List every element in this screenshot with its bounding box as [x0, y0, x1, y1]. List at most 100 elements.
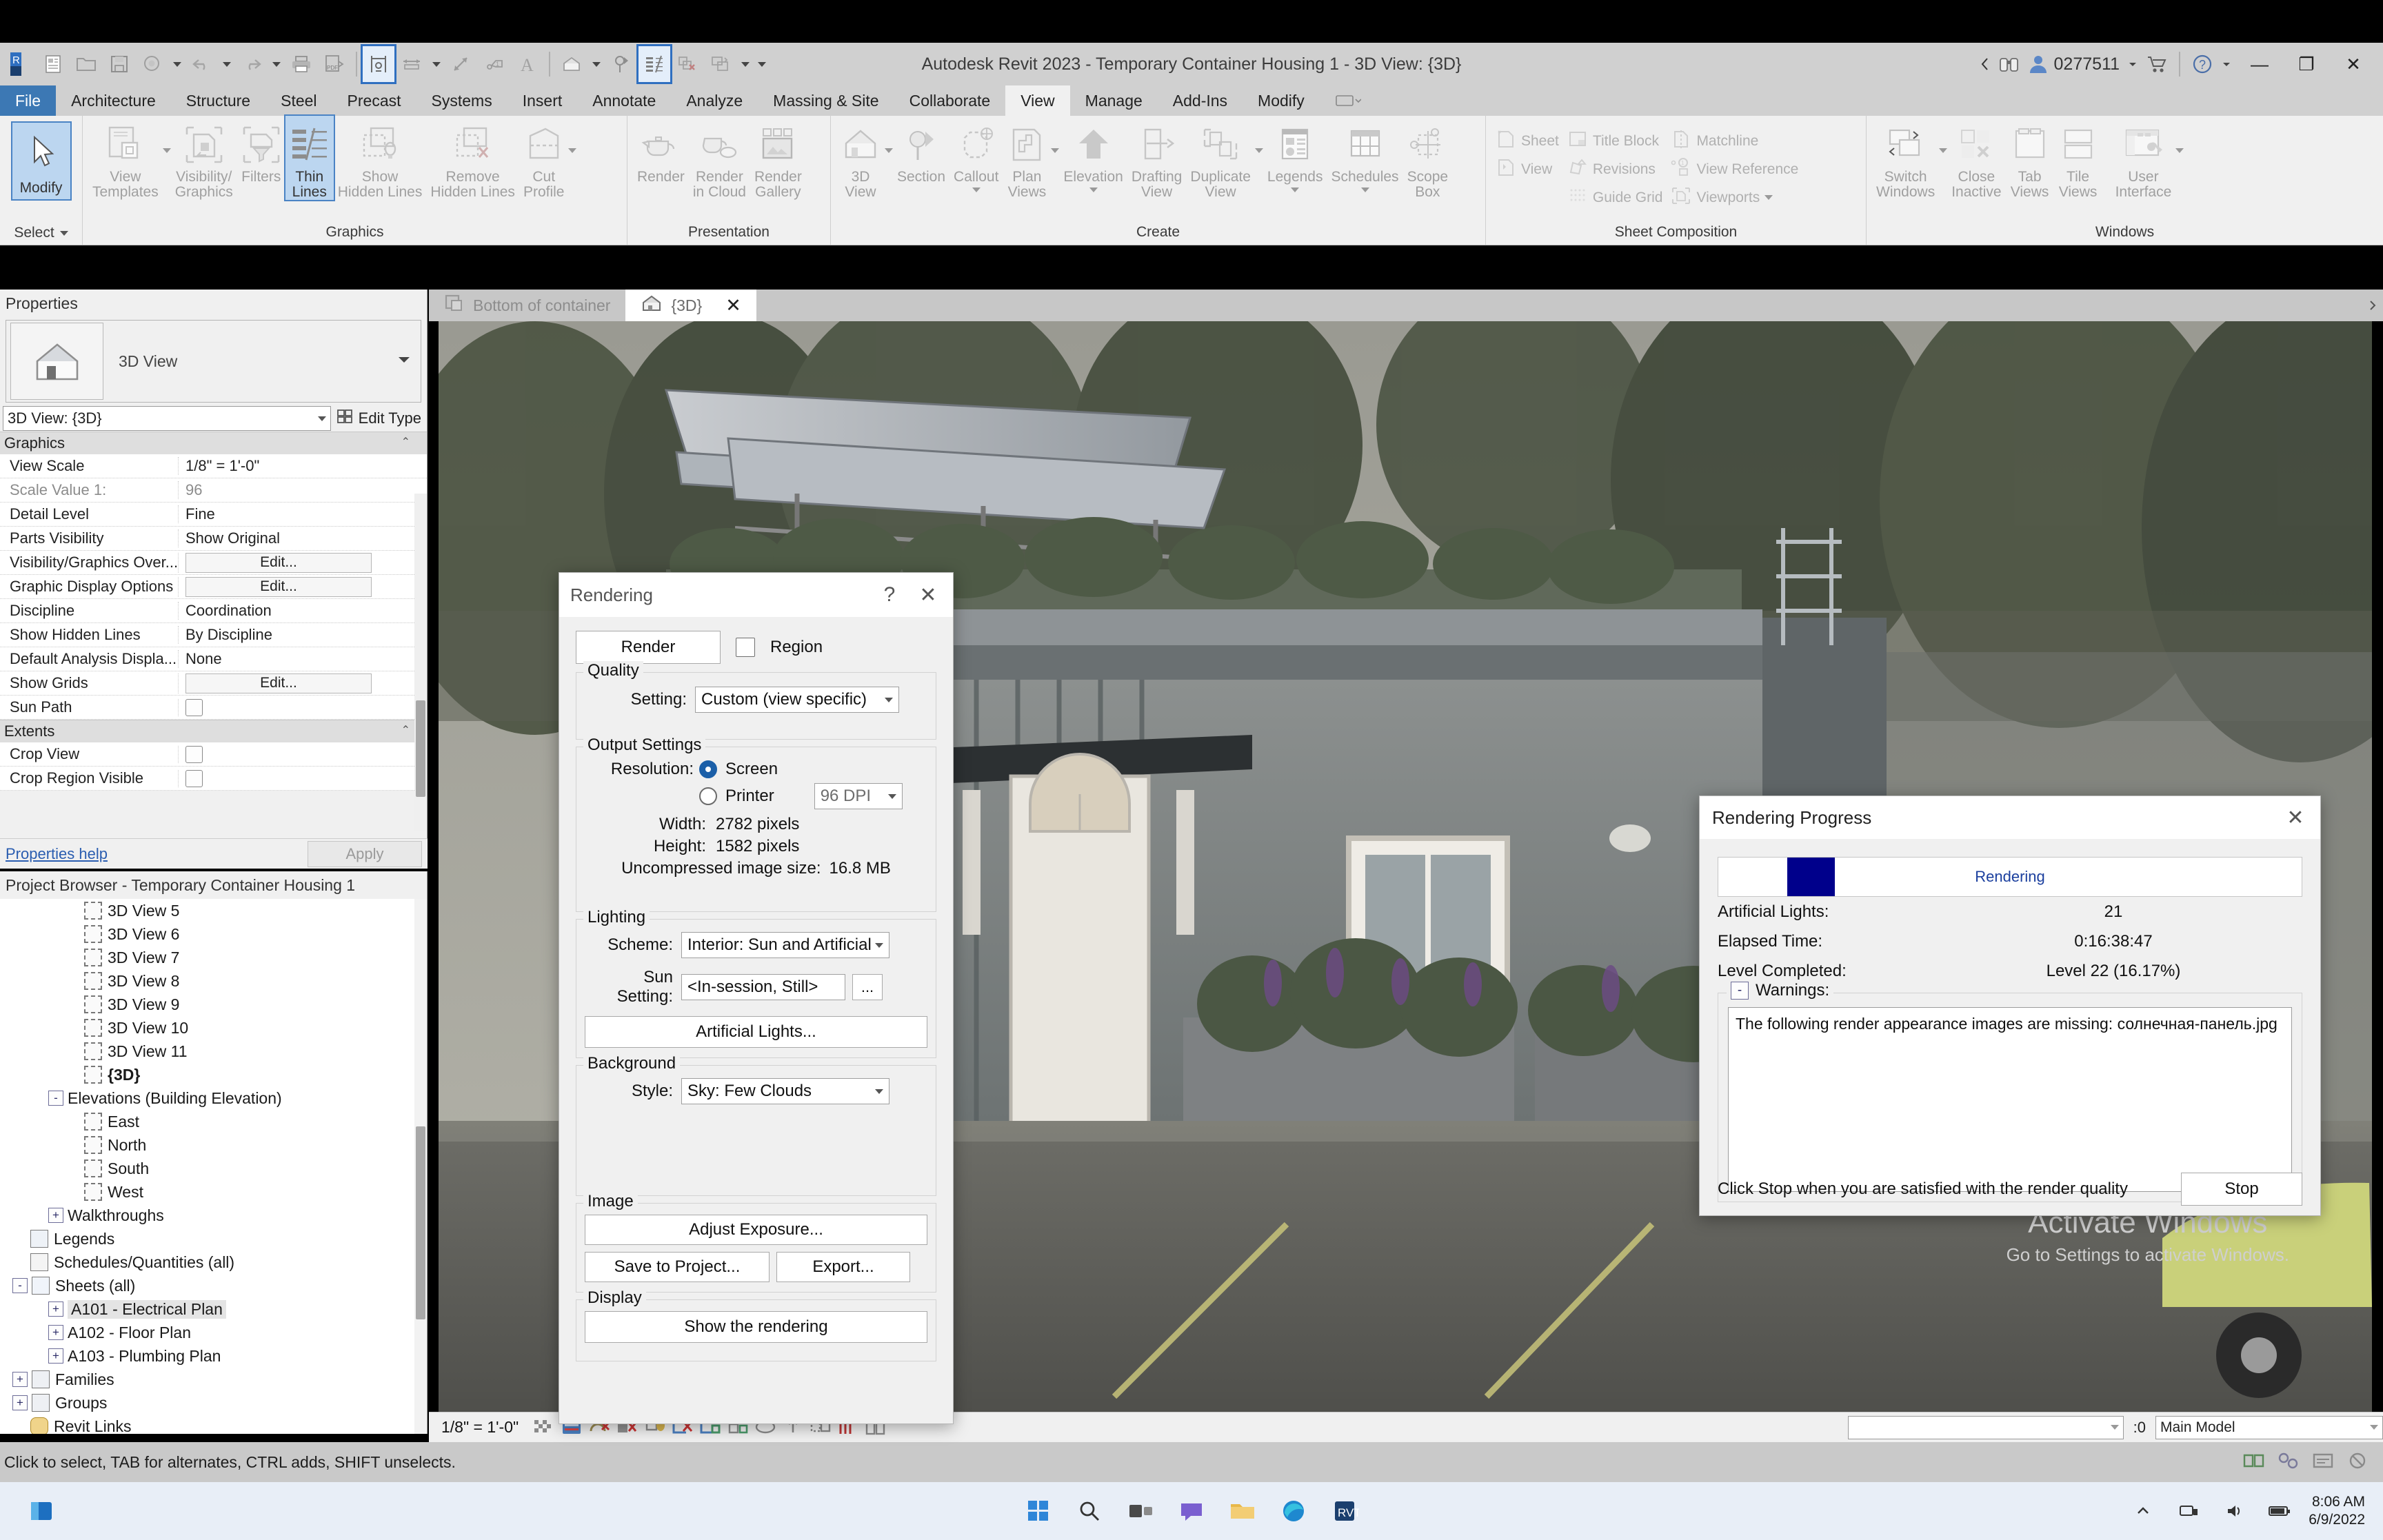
- duplicate-view-dropdown-icon[interactable]: [1255, 148, 1263, 153]
- property-row[interactable]: Show Hidden Lines By Discipline: [0, 623, 427, 647]
- section-button[interactable]: Section: [893, 116, 949, 185]
- chat-icon[interactable]: [1175, 1495, 1208, 1528]
- tab-view[interactable]: View: [1005, 85, 1069, 116]
- matchline-button[interactable]: Matchline: [1667, 127, 1802, 155]
- account-dropdown-icon[interactable]: [2126, 59, 2139, 69]
- text-icon[interactable]: A: [512, 46, 543, 82]
- show-the-rendering-button[interactable]: Show the rendering: [585, 1311, 927, 1343]
- measure-icon[interactable]: [445, 46, 477, 82]
- tab-steel[interactable]: Steel: [265, 85, 332, 116]
- search-binoculars-icon[interactable]: [1998, 54, 2021, 74]
- tree-item[interactable]: -Sheets (all): [0, 1274, 427, 1297]
- elevation-button[interactable]: Elevation: [1059, 116, 1127, 192]
- user-interface-button[interactable]: UserInterface: [2111, 116, 2176, 200]
- resolution-printer-radio[interactable]: [699, 787, 717, 805]
- close-icon[interactable]: ✕: [909, 576, 947, 614]
- drafting-view-button[interactable]: DraftingView: [1127, 116, 1187, 200]
- taskbar-clock[interactable]: 8:06 AM 6/9/2022: [2309, 1493, 2365, 1530]
- file-explorer-icon[interactable]: [1226, 1495, 1259, 1528]
- adjust-exposure-button[interactable]: Adjust Exposure...: [585, 1215, 927, 1245]
- property-value[interactable]: By Discipline: [178, 626, 427, 644]
- title-block-button[interactable]: Title Block: [1563, 127, 1667, 155]
- tree-item[interactable]: Schedules/Quantities (all): [0, 1250, 427, 1274]
- collapse-icon[interactable]: ⌃: [401, 435, 410, 449]
- edit-button[interactable]: Edit...: [185, 673, 372, 693]
- modify-button[interactable]: Modify: [11, 121, 72, 201]
- tree-expander[interactable]: -: [12, 1278, 28, 1293]
- print-icon[interactable]: [285, 46, 317, 82]
- measure-between-icon[interactable]: [363, 46, 394, 82]
- redo-dropdown-icon[interactable]: [269, 46, 284, 82]
- volume-icon[interactable]: [2218, 1495, 2251, 1528]
- show-hidden-lines-button[interactable]: ShowHidden Lines: [334, 116, 427, 200]
- customize-qat-icon[interactable]: [754, 46, 770, 82]
- section-icon[interactable]: [605, 46, 637, 82]
- tile-views-button[interactable]: TileViews: [2054, 116, 2102, 200]
- property-group-graphics[interactable]: Graphics ⌃: [0, 432, 427, 454]
- properties-help-link[interactable]: Properties help: [0, 845, 108, 863]
- property-row[interactable]: Sun Path: [0, 696, 427, 720]
- sun-setting-browse-button[interactable]: ...: [852, 974, 883, 1000]
- tab-views-button[interactable]: TabViews: [2006, 116, 2054, 200]
- chevron-down-icon[interactable]: [2111, 1425, 2119, 1430]
- undo-dropdown-icon[interactable]: [219, 46, 234, 82]
- tree-item[interactable]: South: [0, 1157, 427, 1180]
- property-value[interactable]: Fine: [178, 505, 427, 523]
- collapse-icon[interactable]: ⌃: [401, 723, 410, 737]
- design-options-icon[interactable]: [2242, 1451, 2266, 1474]
- tree-item[interactable]: +A103 - Plumbing Plan: [0, 1344, 427, 1368]
- tab-structure[interactable]: Structure: [171, 85, 265, 116]
- search-icon[interactable]: [1073, 1495, 1106, 1528]
- legends-dropdown-icon[interactable]: [1291, 188, 1299, 192]
- tree-expander[interactable]: +: [48, 1325, 63, 1340]
- edge-icon[interactable]: [1277, 1495, 1310, 1528]
- property-row[interactable]: View Scale 1/8" = 1'-0": [0, 454, 427, 478]
- visibility-graphics-button[interactable]: Visibility/Graphics: [171, 116, 237, 200]
- show-hidden-icons-icon[interactable]: [2126, 1495, 2160, 1528]
- rendering-progress-dialog[interactable]: Rendering Progress ✕ Rendering Artificia…: [1699, 796, 2321, 1216]
- revisions-button[interactable]: Revisions: [1563, 155, 1667, 183]
- property-row[interactable]: Discipline Coordination: [0, 599, 427, 623]
- tree-item[interactable]: +Groups: [0, 1391, 427, 1415]
- tree-item[interactable]: West: [0, 1180, 427, 1204]
- stop-button[interactable]: Stop: [2181, 1173, 2302, 1206]
- cut-profile-dropdown-icon[interactable]: [568, 148, 576, 153]
- prev-icon[interactable]: [1980, 56, 1991, 72]
- close-button[interactable]: ✕: [2333, 43, 2373, 85]
- dimension-dropdown-icon[interactable]: [429, 46, 444, 82]
- detail-level-icon[interactable]: [533, 1417, 556, 1438]
- plan-views-dropdown-icon[interactable]: [1051, 148, 1059, 153]
- tree-item[interactable]: 3D View 5: [0, 899, 427, 922]
- properties-scrollbar[interactable]: [414, 494, 427, 831]
- cut-profile-button[interactable]: CutProfile: [519, 116, 569, 200]
- tab-collaborate[interactable]: Collaborate: [894, 85, 1006, 116]
- close-tab-icon[interactable]: ✕: [725, 295, 741, 316]
- property-value[interactable]: Show Original: [178, 529, 427, 547]
- edit-type-button[interactable]: Edit Type: [331, 408, 427, 429]
- network-icon[interactable]: [2172, 1495, 2205, 1528]
- tree-item[interactable]: East: [0, 1110, 427, 1133]
- tree-item[interactable]: 3D View 11: [0, 1040, 427, 1063]
- restore-button[interactable]: ❐: [2286, 43, 2326, 85]
- tree-expander[interactable]: +: [12, 1395, 28, 1410]
- tree-expander[interactable]: -: [48, 1091, 63, 1106]
- properties-selector-combo[interactable]: 3D View: {3D}: [3, 406, 331, 431]
- region-checkbox[interactable]: [736, 638, 755, 657]
- tree-item[interactable]: +A102 - Floor Plan: [0, 1321, 427, 1344]
- property-group-extents[interactable]: Extents ⌃: [0, 720, 427, 742]
- tree-item[interactable]: 3D View 6: [0, 922, 427, 946]
- view-reference-button[interactable]: 1 View Reference: [1667, 155, 1802, 183]
- chevron-down-icon[interactable]: [888, 794, 896, 799]
- render-button[interactable]: Render: [633, 116, 689, 185]
- tree-item[interactable]: +Walkthroughs: [0, 1204, 427, 1227]
- lighting-scheme-combo[interactable]: Interior: Sun and Artificial: [681, 932, 889, 958]
- select-dropdown-icon[interactable]: [60, 231, 68, 236]
- tree-item[interactable]: +Families: [0, 1368, 427, 1391]
- selection-filter-combo[interactable]: [1848, 1416, 2124, 1439]
- tree-item[interactable]: 3D View 9: [0, 993, 427, 1016]
- start-windows-icon[interactable]: [1022, 1495, 1055, 1528]
- warnings-collapse-toggle[interactable]: -: [1731, 982, 1749, 1000]
- tree-item[interactable]: Legends: [0, 1227, 427, 1250]
- remove-hidden-lines-button[interactable]: RemoveHidden Lines: [426, 116, 519, 200]
- viewports-dropdown-icon[interactable]: [1764, 195, 1773, 200]
